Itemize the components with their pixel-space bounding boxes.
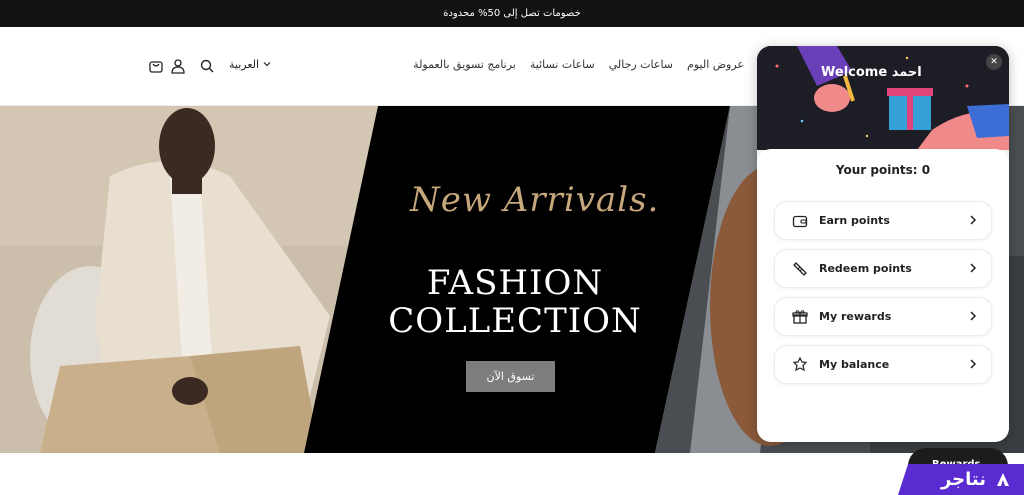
- brand-logo: نتاجر: [898, 464, 1024, 495]
- my-balance-label: My balance: [819, 358, 890, 371]
- close-icon[interactable]: ✕: [986, 54, 1002, 70]
- chevron-down-icon: [263, 58, 271, 71]
- loyalty-popup: Welcome احمد ✕ Your points: 0 Earn point…: [757, 46, 1009, 442]
- nav-item-affiliate[interactable]: برنامج تسويق بالعمولة: [413, 58, 516, 71]
- hero-headline-line1: FASHION: [426, 263, 604, 303]
- hero-headline: FASHION COLLECTION: [370, 264, 660, 340]
- my-rewards-label: My rewards: [819, 310, 892, 323]
- coins-icon: [791, 356, 809, 374]
- language-selector[interactable]: العربية: [229, 58, 271, 71]
- popup-header: Welcome احمد ✕: [757, 46, 1009, 150]
- chevron-right-icon: [969, 214, 977, 228]
- redeem-points-label: Redeem points: [819, 262, 912, 275]
- points-balance: Your points: 0: [835, 163, 931, 177]
- earn-points-label: Earn points: [819, 214, 890, 227]
- announcement-bar: خصومات تصل إلى 50% محدودة: [0, 0, 1024, 27]
- page-below-hero: [0, 453, 1024, 495]
- chevron-right-icon: [969, 310, 977, 324]
- gift-icon: [791, 308, 809, 326]
- wallet-icon: [791, 212, 809, 230]
- brand-name: نتاجر: [940, 469, 986, 490]
- brand-logo-icon: [997, 472, 1009, 486]
- welcome-illustration: [757, 46, 1009, 150]
- welcome-text: Welcome احمد: [821, 65, 922, 80]
- hero-script-text: New Arrivals.: [410, 180, 660, 220]
- account-icon[interactable]: [169, 57, 187, 75]
- chevron-right-icon: [969, 358, 977, 372]
- my-rewards-button[interactable]: My rewards: [774, 297, 992, 336]
- nav-item-women-watches[interactable]: ساعات نسائية: [530, 58, 595, 71]
- shop-now-button[interactable]: تسوق الآن: [466, 361, 555, 392]
- hero-headline-line2: COLLECTION: [388, 301, 642, 341]
- ticket-icon: [791, 260, 809, 278]
- redeem-points-button[interactable]: Redeem points: [774, 249, 992, 288]
- chevron-right-icon: [969, 262, 977, 276]
- main-nav: عروض اليوم ساعات رجالي ساعات نسائية برنا…: [413, 58, 744, 71]
- announcement-text: خصومات تصل إلى 50% محدودة: [443, 8, 581, 19]
- points-panel: Your points: 0 Earn points Redeem points: [757, 149, 1009, 442]
- my-balance-button[interactable]: My balance: [774, 345, 992, 384]
- language-label: العربية: [229, 58, 260, 71]
- cart-icon[interactable]: [147, 57, 165, 75]
- nav-item-men-watches[interactable]: ساعات رجالي: [609, 58, 673, 71]
- search-icon[interactable]: [198, 57, 216, 75]
- earn-points-button[interactable]: Earn points: [774, 201, 992, 240]
- nav-item-deals[interactable]: عروض اليوم: [687, 58, 744, 71]
